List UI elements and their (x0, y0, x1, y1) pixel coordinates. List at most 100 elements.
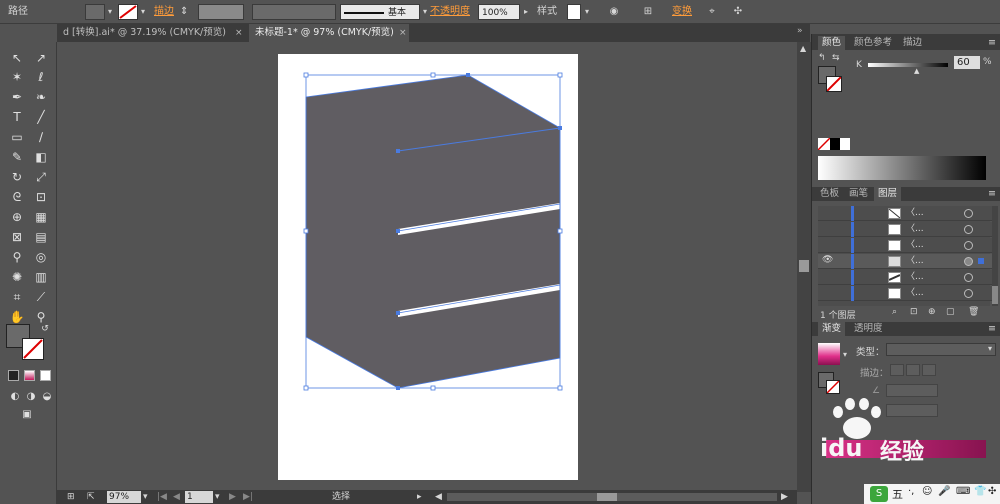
last-page-icon[interactable]: ▶| (243, 490, 253, 504)
share-icon[interactable]: ⇱ (87, 490, 95, 504)
gradient-stroke-box[interactable] (826, 380, 840, 394)
ime-wubi-icon[interactable]: 五 (892, 486, 903, 502)
status-menu-icon[interactable]: ▸ (417, 490, 422, 504)
direct-selection-tool-icon[interactable]: ↗ (32, 49, 50, 67)
page-dropdown[interactable]: ▾ (215, 490, 220, 504)
white-swatch[interactable] (840, 138, 850, 150)
paintbrush-icon[interactable]: ∕ (32, 128, 50, 146)
tab-stroke[interactable]: 描边 (899, 36, 926, 50)
screen-mode-icon[interactable]: ▣ (18, 406, 36, 424)
draw-inside-icon[interactable]: ◒ (38, 388, 56, 406)
align-options-icon[interactable]: ⊞ (640, 4, 656, 20)
first-page-icon[interactable]: |◀ (157, 490, 167, 504)
eye-icon[interactable]: 👁 (822, 255, 833, 267)
perspective-grid-icon[interactable]: ▦ (32, 208, 50, 226)
panel-menu-icon[interactable]: ≡ (988, 36, 996, 50)
free-transform-icon[interactable]: ⊡ (32, 188, 50, 206)
layer-row-selected[interactable]: 👁 〈... (818, 254, 996, 269)
ime-skin-icon[interactable]: 👕 (974, 486, 986, 497)
artwork[interactable] (278, 54, 578, 480)
eyedropper-icon[interactable]: ⚲ (8, 248, 26, 266)
fill-swatch[interactable] (85, 4, 105, 20)
delete-layer-icon[interactable]: 🗑 (968, 307, 979, 317)
tab-swatches[interactable]: 色板 (816, 187, 843, 201)
page-field[interactable]: 1 (185, 491, 213, 503)
style-dropdown[interactable]: ▾ (583, 4, 591, 20)
panel-menu-icon[interactable]: ✣ (730, 4, 746, 20)
curvature-tool-icon[interactable]: ❧ (32, 88, 50, 106)
stroke-gradient-option[interactable] (906, 364, 920, 376)
tab-layers[interactable]: 图层 (874, 187, 902, 201)
selection-indicator[interactable] (978, 258, 984, 264)
stroke-gradient-option[interactable] (890, 364, 904, 376)
layer-row[interactable]: 〈... (818, 206, 996, 221)
gradient-mode-icon[interactable] (24, 370, 35, 381)
target-icon[interactable] (964, 273, 973, 282)
scroll-right-icon[interactable]: ▶ (781, 490, 788, 504)
tab-color[interactable]: 颜色 (818, 36, 846, 50)
none-mode-icon[interactable] (40, 370, 51, 381)
none-swatch[interactable] (817, 137, 831, 151)
scroll-up-icon[interactable]: ▲ (800, 44, 806, 53)
artboard-nav-icon[interactable]: ⊞ (67, 490, 75, 504)
blend-tool-icon[interactable]: ◎ (32, 248, 50, 266)
color-spectrum[interactable] (818, 156, 986, 180)
stroke-label[interactable]: 描边 (154, 4, 174, 20)
scroll-thumb[interactable] (799, 260, 809, 272)
new-sublayer-icon[interactable]: ⊕ (928, 307, 936, 317)
gradient-type-select[interactable]: ▾ (886, 343, 996, 356)
panel-menu-icon[interactable]: ≡ (988, 322, 996, 336)
target-icon[interactable] (964, 289, 973, 298)
lasso-icon[interactable]: ℓ (32, 68, 50, 86)
tab-brushes[interactable]: 画笔 (845, 187, 872, 201)
prev-page-icon[interactable]: ◀ (173, 490, 180, 504)
locate-object-icon[interactable]: ⌕ (892, 307, 897, 317)
isolate-icon[interactable]: ⌖ (704, 4, 720, 20)
layer-row[interactable]: 〈... (818, 238, 996, 253)
gradient-preview[interactable] (818, 343, 840, 365)
target-icon[interactable] (964, 241, 973, 250)
new-layer-icon[interactable]: ▢ (946, 307, 955, 317)
close-icon[interactable]: × (399, 24, 407, 42)
panel-stroke-box[interactable] (826, 76, 842, 92)
layer-row[interactable]: 〈... (818, 222, 996, 237)
ime-settings-icon[interactable]: ✣ (988, 486, 996, 497)
layers-scrollbar[interactable] (992, 206, 998, 306)
pencil-icon[interactable]: ✎ (8, 148, 26, 166)
recolor-artwork-icon[interactable]: ◉ (606, 4, 622, 20)
close-icon[interactable]: × (235, 24, 243, 42)
vertical-scrollbar[interactable]: ▲ (797, 42, 811, 492)
scroll-thumb[interactable] (992, 286, 998, 304)
transform-label[interactable]: 变换 (672, 4, 692, 20)
brush-definition[interactable]: 基本 (340, 4, 420, 20)
stroke-gradient-option[interactable] (922, 364, 936, 376)
opacity-dropdown[interactable]: ▸ (521, 4, 531, 20)
type-tool-icon[interactable]: T (8, 108, 26, 126)
eraser-icon[interactable]: ◧ (32, 148, 50, 166)
layer-row[interactable]: 〈... (818, 270, 996, 285)
k-value-field[interactable]: 60 (954, 56, 980, 69)
slice-tool-icon[interactable]: ⟋ (32, 288, 50, 306)
tabs-overflow-icon[interactable]: » (797, 26, 803, 36)
scroll-thumb[interactable] (597, 493, 617, 501)
next-page-icon[interactable]: ▶ (229, 490, 236, 504)
style-swatch[interactable] (567, 4, 581, 20)
rotate-tool-icon[interactable]: ↻ (8, 168, 26, 186)
shape-builder-icon[interactable]: ⊕ (8, 208, 26, 226)
ime-voice-icon[interactable]: 🎤 (938, 486, 950, 497)
line-tool-icon[interactable]: ╱ (32, 108, 50, 126)
ime-emoji-icon[interactable]: ☺ (922, 486, 932, 497)
opacity-field[interactable]: 100% (478, 4, 520, 20)
symbol-sprayer-icon[interactable]: ✺ (8, 268, 26, 286)
pen-tool-icon[interactable]: ✒ (8, 88, 26, 106)
stroke-color-box[interactable] (22, 338, 44, 360)
variable-width-profile[interactable] (252, 4, 336, 20)
angle-field[interactable] (886, 384, 938, 397)
slider-thumb-icon[interactable]: ▲ (914, 67, 919, 75)
target-icon[interactable] (964, 209, 973, 218)
opacity-label[interactable]: 不透明度 (430, 4, 470, 20)
panel-menu-icon[interactable]: ≡ (988, 187, 996, 201)
artboard[interactable] (278, 54, 578, 480)
zoom-dropdown[interactable]: ▾ (143, 490, 148, 504)
tab-document-1[interactable]: d [转换].ai* @ 37.19% (CMYK/预览) × (57, 24, 243, 42)
